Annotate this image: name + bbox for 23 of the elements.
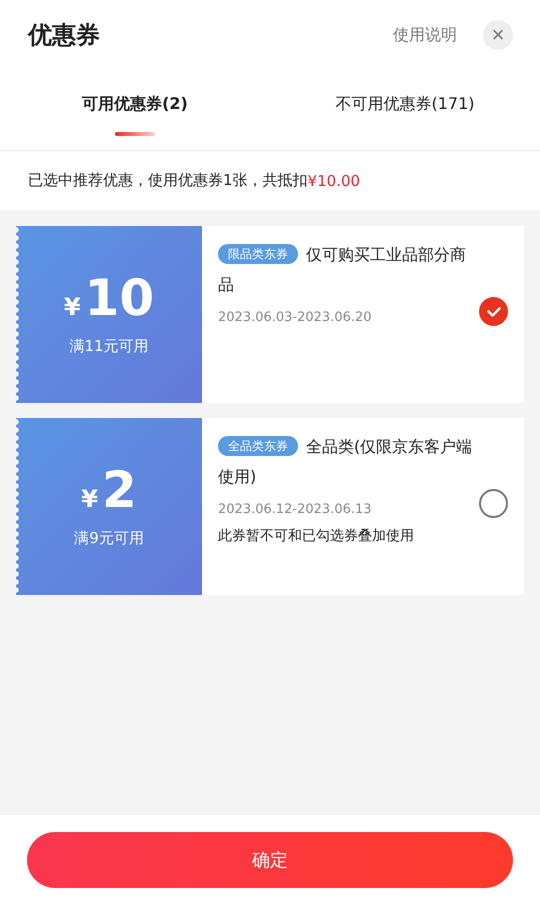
discount-amount: ¥10.00 <box>308 172 360 190</box>
coupon-value: 2 <box>102 465 137 515</box>
tab[interactable]: 可用优惠券(2) <box>0 70 270 150</box>
coupon-condition: 满9元可用 <box>74 529 144 548</box>
validity-dates: 2023.06.12-2023.06.13 <box>218 502 373 517</box>
coupon-note: 此券暂不可和已勾选券叠加使用 <box>218 527 415 545</box>
summary-text: 已选中推荐优惠，使用优惠券1张，共抵扣 <box>28 171 308 190</box>
coupon-heading: 限品类东券 仅可购买工业品部分商品 <box>218 243 467 296</box>
tab-indicator <box>115 132 155 136</box>
confirm-button[interactable]: 确定 <box>27 832 513 888</box>
select-radio[interactable] <box>479 297 508 326</box>
coupon-value: 10 <box>84 273 154 323</box>
coupon-condition: 满11元可用 <box>69 337 149 356</box>
currency-symbol: ¥ <box>64 293 81 321</box>
currency-symbol: ¥ <box>81 485 98 513</box>
tab[interactable]: 不可用优惠券(171) <box>270 70 540 150</box>
coupon-heading: 全品类东券 全品类(仅限京东客户端使用) <box>218 435 474 488</box>
checkmark-icon <box>486 306 500 316</box>
help-link[interactable]: 使用说明 <box>393 24 457 46</box>
sheet-title: 优惠券 <box>28 20 101 51</box>
select-radio[interactable] <box>479 489 508 518</box>
close-button[interactable]: × <box>483 20 513 50</box>
validity-dates: 2023.06.03-2023.06.20 <box>218 310 373 325</box>
